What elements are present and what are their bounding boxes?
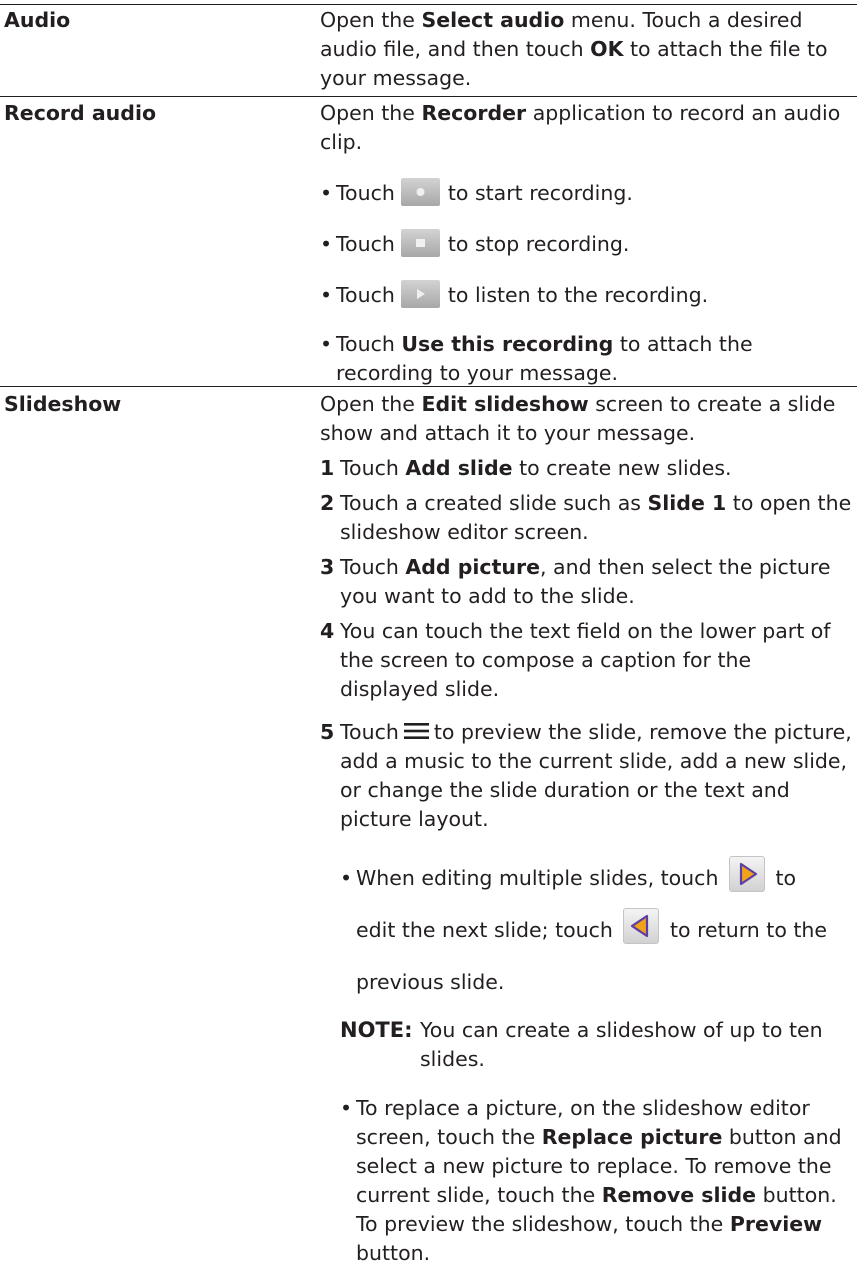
list-item: • Touch to start recording.: [320, 178, 854, 208]
row-divider: [0, 386, 857, 387]
next-slide-icon: [728, 856, 765, 892]
term-record-audio: Record audio: [4, 101, 157, 125]
list-item: • Touch to stop recording.: [320, 229, 854, 259]
slideshow-description: Open the Edit slideshow screen to create…: [320, 392, 836, 445]
list-item: • When editing multiple slides, touch to…: [340, 852, 854, 1008]
row-divider: [0, 96, 857, 97]
play-icon: [400, 280, 440, 308]
menu-icon: [403, 723, 429, 739]
desc-audio: Open the Select audio menu. Touch a desi…: [320, 6, 854, 93]
table-top-rule: [0, 4, 857, 5]
note: NOTE: You can create a slideshow of up t…: [340, 1018, 823, 1071]
list-item: 4 You can touch the text field on the lo…: [320, 619, 831, 701]
desc-slideshow: Open the Edit slideshow screen to create…: [320, 390, 854, 1268]
desc-record-audio: Open the Recorder application to record …: [320, 99, 854, 388]
list-item: 1 Touch Add slide to create new slides.: [320, 456, 732, 480]
list-item: 5 Touch to preview the slide, remove the …: [320, 720, 852, 831]
record-audio-description: Open the Recorder application to record …: [320, 101, 841, 154]
list-item: 2 Touch a created slide such as Slide 1 …: [320, 491, 852, 544]
record-icon: [400, 178, 440, 206]
term-slideshow: Slideshow: [4, 392, 122, 416]
audio-description: Open the Select audio menu. Touch a desi…: [320, 8, 828, 90]
term-audio: Audio: [4, 8, 71, 32]
previous-slide-icon: [623, 908, 660, 944]
stop-icon: [400, 229, 440, 257]
list-item: • Touch to listen to the recording.: [320, 280, 854, 310]
list-item: • To replace a picture, on the slideshow…: [340, 1096, 842, 1265]
list-item: • Touch Use this recording to attach the…: [320, 332, 753, 385]
list-item: 3 Touch Add picture, and then select the…: [320, 555, 831, 608]
manual-page: Audio Open the Select audio menu. Touch …: [0, 0, 857, 1265]
